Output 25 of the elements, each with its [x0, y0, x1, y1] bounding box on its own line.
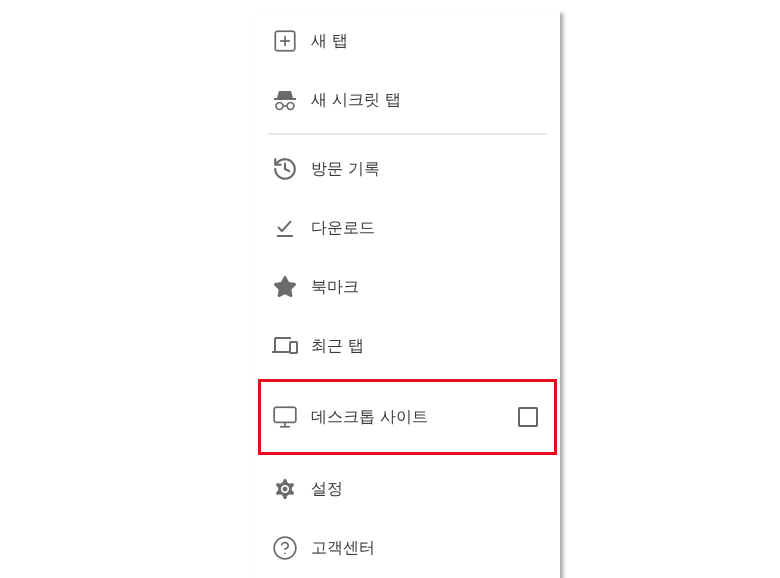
menu-item-label: 북마크 [311, 276, 359, 298]
menu-item[interactable]: 데스크톱 사이트 [258, 379, 557, 455]
star-icon [273, 274, 297, 298]
menu-item-label: 다운로드 [311, 216, 375, 238]
menu-item[interactable]: 새 탭 [255, 11, 560, 70]
menu-item[interactable]: 고객센터 [255, 518, 560, 577]
menu-item-label: 고객센터 [311, 536, 375, 558]
menu-item-label: 방문 기록 [311, 158, 380, 180]
menu-item-label: 설정 [311, 478, 343, 500]
plus-square-icon [272, 28, 298, 54]
menu-item[interactable]: 북마크 [255, 257, 560, 316]
menu-item-label: 새 탭 [311, 30, 348, 52]
menu-item-label: 데스크톱 사이트 [311, 406, 428, 428]
help-icon [272, 534, 298, 560]
menu-item[interactable]: 방문 기록 [255, 139, 560, 198]
checkbox[interactable] [518, 407, 538, 427]
devices-icon [271, 334, 299, 356]
history-icon [272, 156, 298, 182]
menu-item-label: 최근 탭 [311, 334, 364, 356]
menu-item[interactable]: 최근 탭 [255, 316, 560, 375]
monitor-icon [272, 404, 298, 430]
menu-item-label: 새 시크릿 탭 [311, 88, 402, 110]
menu-item[interactable]: 설정 [255, 459, 560, 518]
menu-item[interactable]: 새 시크릿 탭 [255, 70, 560, 129]
menu-item[interactable]: 다운로드 [255, 198, 560, 257]
